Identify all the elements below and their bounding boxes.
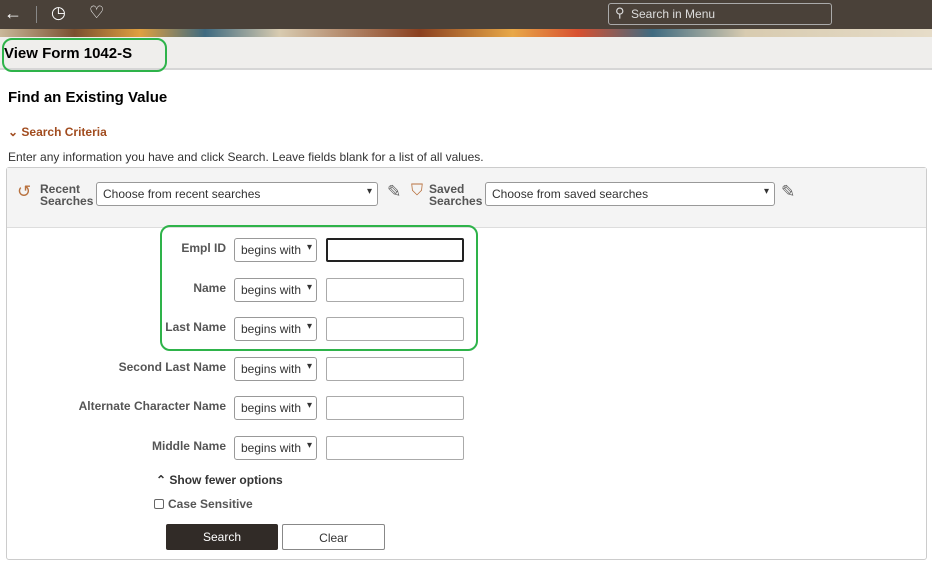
instructions: Enter any information you have and click… <box>8 150 484 164</box>
case-sensitive-checkbox[interactable] <box>154 499 164 509</box>
field-input[interactable] <box>326 435 464 460</box>
field-label: Second Last Name <box>118 359 226 374</box>
search-criteria-toggle[interactable]: ⌄ Search Criteria <box>8 125 107 139</box>
highlight-title <box>2 38 167 72</box>
field-label: Alternate Character Name <box>78 399 226 413</box>
highlight-fields <box>160 225 478 351</box>
show-fewer-options-link[interactable]: ⌃ Show fewer options <box>156 473 283 487</box>
decorative-banner <box>0 29 932 37</box>
recent-searches-select[interactable]: Choose from recent searches ▾ <box>96 182 378 206</box>
top-bar: ← ◷ ♡ ⚲ Search in Menu <box>0 0 932 29</box>
chevron-down-icon: ⌄ <box>8 125 19 139</box>
search-icon: ⚲ <box>615 5 625 20</box>
history-icon: ↺ <box>17 182 32 201</box>
clear-button[interactable]: Clear <box>282 524 385 550</box>
divider <box>36 6 37 23</box>
history-clock-icon[interactable]: ◷ <box>51 3 66 23</box>
operator-select[interactable]: begins with ▾ <box>234 435 317 460</box>
field-label: Middle Name <box>151 438 226 453</box>
search-placeholder: Search in Menu <box>631 7 716 21</box>
edit-pencil-icon[interactable]: ✎ <box>781 182 795 202</box>
operator-select[interactable]: begins with ▾ <box>234 396 317 420</box>
operator-select[interactable]: begins with ▾ <box>234 356 317 381</box>
saved-searches-select[interactable]: Choose from saved searches ▾ <box>485 182 775 206</box>
recent-searches-label: Recent Searches <box>40 182 94 208</box>
search-button[interactable]: Search <box>166 524 278 550</box>
criteria-label: Search Criteria <box>21 125 107 139</box>
saved-searches-label: Saved Searches <box>429 182 483 208</box>
field-input[interactable] <box>326 356 464 381</box>
recent-saved-bar: ↺ Recent Searches Choose from recent sear… <box>7 168 926 228</box>
menu-search-input[interactable]: ⚲ Search in Menu <box>608 3 832 25</box>
favorites-heart-icon[interactable]: ♡ <box>89 3 104 23</box>
field-input[interactable] <box>326 396 464 420</box>
back-arrow-icon[interactable]: ← <box>4 3 22 24</box>
edit-pencil-icon[interactable]: ✎ <box>387 182 401 202</box>
case-sensitive-option[interactable]: Case Sensitive <box>154 497 253 511</box>
bookmark-icon: ⛉ <box>411 182 424 199</box>
page-heading: Find an Existing Value <box>8 89 168 106</box>
